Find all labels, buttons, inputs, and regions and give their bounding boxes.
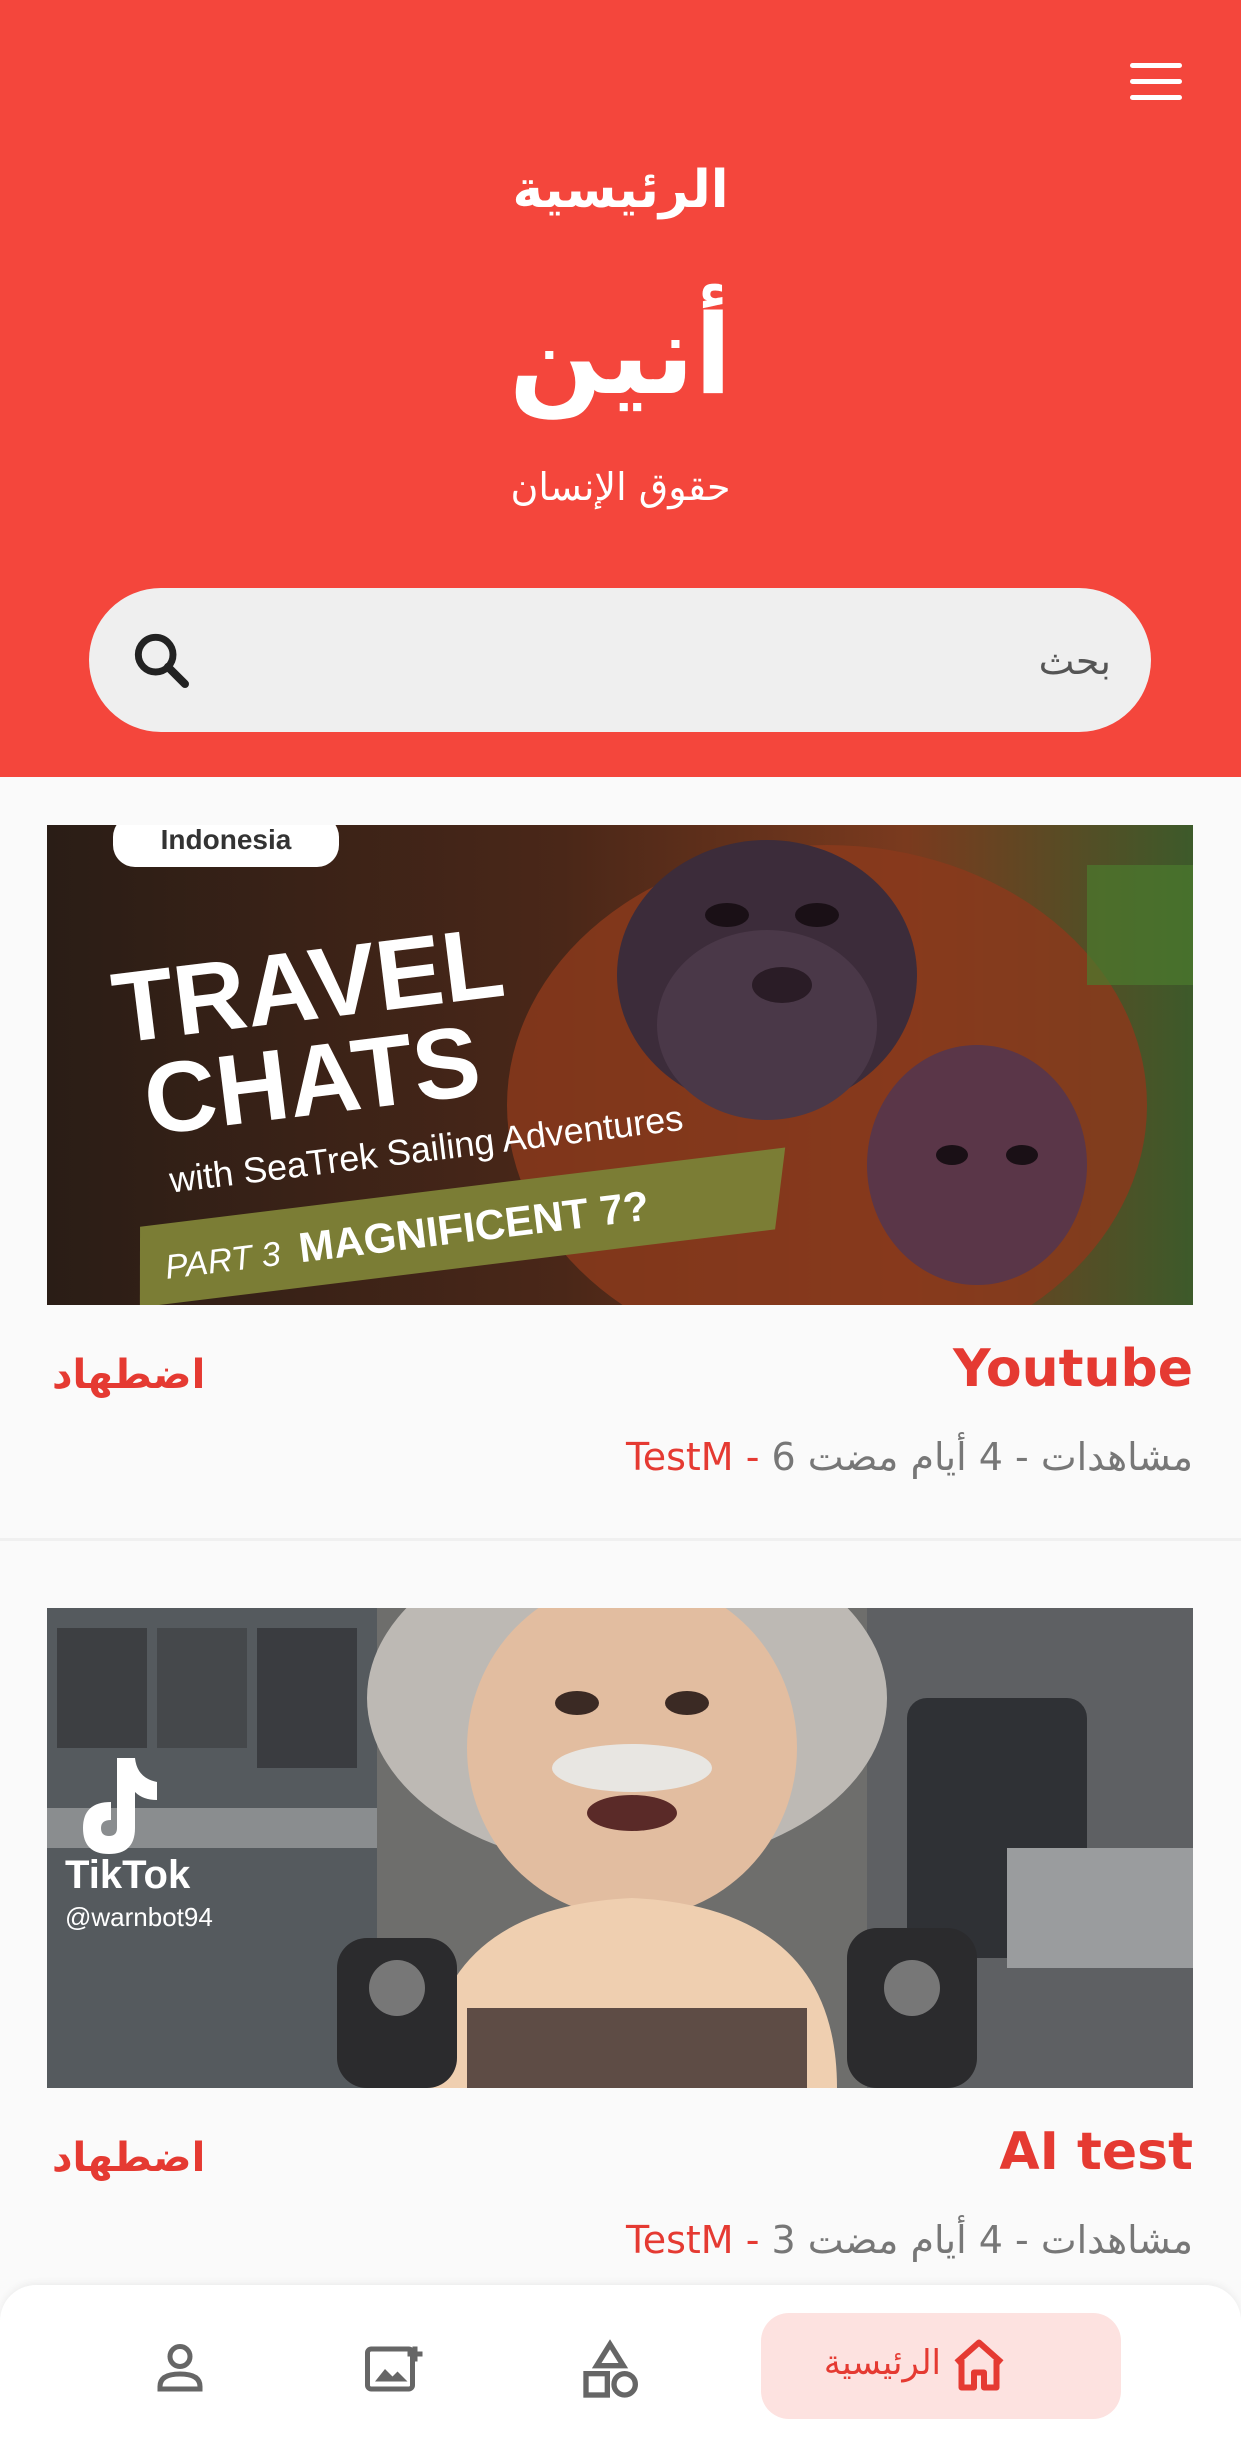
channel-name[interactable]: TestM: [626, 1435, 734, 1479]
meta-separator: -: [745, 2218, 772, 2262]
video-meta: TestM - 6 مشاهدات - 4 أيام مضت: [626, 1427, 1193, 1487]
thumbnail-handle: @warnbot94: [65, 1902, 213, 1932]
search-bar[interactable]: [89, 588, 1151, 734]
video-category[interactable]: اضطهاد: [52, 1352, 205, 1398]
thumbnail-image: Indonesia TRAVEL CHATS with SeaTrek Sail…: [47, 825, 1193, 1305]
nav-profile[interactable]: [140, 2313, 220, 2419]
shapes-icon: [583, 2339, 638, 2398]
video-card[interactable]: Indonesia TRAVEL CHATS with SeaTrek Sail…: [0, 777, 1241, 1541]
card-divider: [0, 1538, 1241, 1541]
menu-icon-bar: [1130, 79, 1182, 84]
video-stats: 6 مشاهدات - 4 أيام مضت: [771, 1435, 1193, 1479]
video-meta: TestM - 3 مشاهدات - 4 أيام مضت: [626, 2210, 1193, 2270]
video-card[interactable]: TikTok @warnbot94 AI test TestM - 3 مشاه…: [0, 1560, 1241, 2324]
meta-separator: -: [745, 1435, 772, 1479]
person-icon: [157, 2344, 203, 2392]
menu-icon: [1130, 63, 1182, 68]
nav-home-label: الرئيسية: [823, 2343, 941, 2383]
search-input[interactable]: [249, 588, 1113, 734]
brand-tagline: حقوق الإنسان: [510, 465, 731, 509]
bottom-navigation: الرئيسية: [0, 2285, 1241, 2447]
thumbnail-image: TikTok @warnbot94: [47, 1608, 1193, 2088]
nav-gallery[interactable]: [355, 2313, 435, 2419]
thumbnail-watermark: TikTok: [65, 1853, 191, 1897]
nav-home[interactable]: الرئيسية: [761, 2313, 1121, 2419]
nav-categories[interactable]: [570, 2313, 650, 2419]
channel-name[interactable]: TestM: [626, 2218, 734, 2262]
menu-icon-bar: [1130, 95, 1182, 100]
page-title: الرئيسية: [512, 160, 729, 220]
video-title[interactable]: AI test: [999, 2088, 1193, 2216]
brand-name: أنين: [509, 291, 732, 419]
video-stats: 3 مشاهدات - 4 أيام مضت: [771, 2218, 1193, 2262]
video-thumbnail[interactable]: TikTok @warnbot94: [47, 1608, 1193, 2088]
image-icon: [365, 2346, 423, 2392]
video-category[interactable]: اضطهاد: [52, 2135, 205, 2181]
video-thumbnail[interactable]: Indonesia TRAVEL CHATS with SeaTrek Sail…: [47, 825, 1193, 1305]
thumbnail-badge: Indonesia: [161, 825, 292, 855]
home-icon: [954, 2339, 1004, 2391]
video-title[interactable]: Youtube: [953, 1305, 1193, 1433]
search-icon[interactable]: [129, 628, 193, 692]
menu-button[interactable]: [1124, 60, 1188, 104]
app-header: الرئيسية أنين حقوق الإنسان: [0, 0, 1241, 777]
